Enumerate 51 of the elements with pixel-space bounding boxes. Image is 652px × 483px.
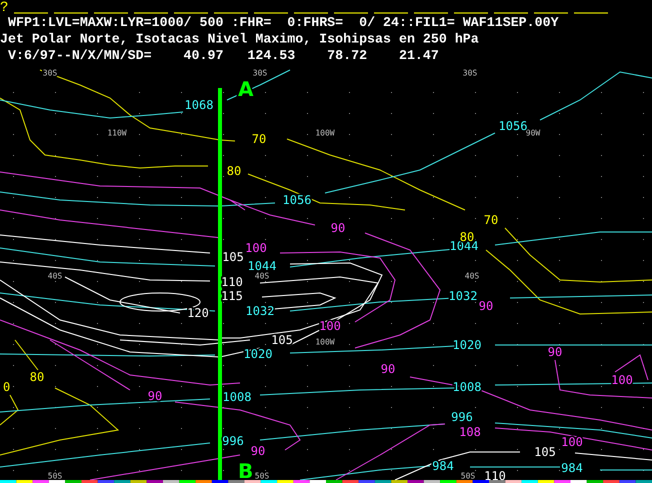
contour-label: 1020 bbox=[452, 338, 482, 352]
contour-label: 105 bbox=[222, 250, 244, 264]
contour-label: 100 bbox=[245, 241, 267, 255]
contour-label: 90 bbox=[478, 299, 494, 313]
contour-label: 110 bbox=[484, 469, 506, 483]
grid-label: 30S bbox=[462, 68, 478, 78]
grid-label: 90W bbox=[526, 128, 540, 138]
contour-label: 108 bbox=[459, 425, 481, 439]
contour-label: 1068 bbox=[184, 98, 214, 112]
contour-label: 1056 bbox=[282, 193, 312, 207]
grid-label: 30S bbox=[252, 68, 268, 78]
grid-label: 40S bbox=[254, 272, 270, 280]
contour-label: 90 bbox=[330, 221, 346, 235]
grid-label: 100W bbox=[315, 338, 335, 346]
grid-label: 100W bbox=[315, 128, 335, 138]
contour-label: 105 bbox=[271, 333, 293, 347]
contour-label: 80 bbox=[226, 164, 242, 178]
prompt-mark: ? bbox=[0, 0, 8, 16]
contour-label: 110 bbox=[221, 275, 243, 289]
grid-label: 40S bbox=[48, 272, 62, 280]
contour-label: 115 bbox=[221, 289, 243, 303]
contour-label: 105 bbox=[534, 445, 556, 459]
header-line: WFP1:LVL=MAXW:LYR=1000/ 500 :FHR= 0:FHRS= 0/ 24::FIL1= WAF11SEP.00Y bbox=[8, 15, 559, 30]
contour-label: 70 bbox=[484, 213, 498, 227]
contour-label: 90 bbox=[148, 389, 162, 403]
contour-label: 984 bbox=[432, 459, 454, 473]
contour-label: 984 bbox=[561, 461, 583, 475]
contour-label: 1008 bbox=[222, 390, 252, 404]
grid-label: 50S bbox=[254, 472, 270, 480]
contour-label: 90 bbox=[548, 345, 562, 359]
contour-label: 1044 bbox=[248, 259, 276, 273]
contour-label: 1020 bbox=[244, 347, 272, 361]
contour-label: 100 bbox=[561, 435, 583, 449]
grid-label: 50S bbox=[460, 472, 476, 480]
header-line: Jet Polar Norte, Isotacas Nivel Maximo, Isohipsas en 250 hPa bbox=[0, 32, 479, 46]
contour-label: 120 bbox=[187, 306, 209, 320]
contour-label: 90 bbox=[250, 444, 266, 458]
contour-label: 1056 bbox=[498, 119, 528, 133]
grid-label: 40S bbox=[464, 272, 480, 280]
contour-label: 996 bbox=[451, 410, 473, 424]
contour-label: 1032 bbox=[448, 289, 478, 303]
contour-label: 70 bbox=[252, 132, 266, 146]
contour-label: 90 bbox=[380, 362, 396, 376]
contour-label: 0 bbox=[3, 380, 10, 394]
contour-label: 996 bbox=[222, 434, 244, 448]
contour-label: 80 bbox=[30, 370, 44, 384]
grid-label: 110W bbox=[107, 128, 127, 138]
grid-label: 50S bbox=[48, 472, 62, 480]
section-end-label: B bbox=[238, 459, 254, 483]
contour-label: 1032 bbox=[246, 304, 274, 318]
header-line: V:6/97--N/X/MN/SD= 40.97 124.53 78.72 21.47 bbox=[8, 48, 439, 63]
